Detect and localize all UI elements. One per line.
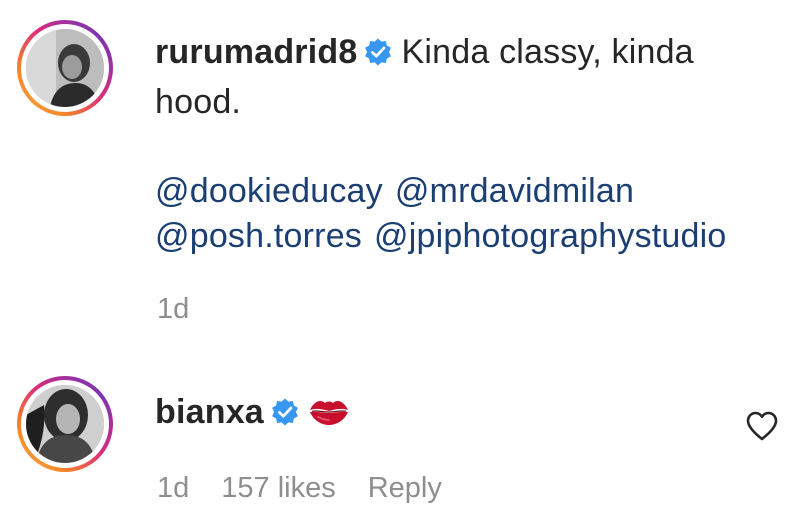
caption-text-line-1: Kinda classy, kinda — [401, 33, 694, 71]
mention-link[interactable]: @dookieducay — [155, 172, 383, 210]
caption-first-line: rurumadrid8 Kinda classy, kinda — [155, 32, 694, 72]
comment-author-username[interactable]: bianxa — [155, 393, 264, 431]
comment-meta: 1d 157 likes Reply — [157, 471, 442, 505]
mention-link[interactable]: @jpiphotographystudio — [374, 217, 727, 255]
mention-link[interactable]: @mrdavidmilan — [395, 172, 634, 210]
comment-avatar-story-ring[interactable] — [17, 376, 113, 472]
reply-button[interactable]: Reply — [368, 471, 442, 505]
like-comment-heart-icon[interactable] — [745, 410, 779, 442]
avatar — [26, 29, 104, 107]
comment-avatar-photo-image — [26, 385, 104, 463]
comment-first-line: bianxa — [155, 392, 350, 432]
verified-badge-icon — [365, 38, 392, 66]
caption-second-line: hood. — [155, 82, 241, 122]
post-meta: 1d — [157, 292, 189, 326]
mentions-line-2: @posh.torres @jpiphotographystudio — [155, 216, 727, 256]
comment-avatar-border — [21, 380, 109, 468]
comment-avatar — [26, 385, 104, 463]
kiss-mark-emoji-icon — [309, 401, 348, 425]
mentions-line-1: @dookieducay @mrdavidmilan — [155, 171, 634, 211]
comment-likes-count[interactable]: 157 likes — [221, 471, 335, 505]
post-timestamp[interactable]: 1d — [157, 292, 189, 326]
verified-badge-icon — [272, 398, 298, 426]
caption-text-line-2: hood. — [155, 83, 242, 121]
comment-timestamp[interactable]: 1d — [157, 471, 189, 505]
post-author-username[interactable]: rurumadrid8 — [155, 33, 357, 71]
avatar-photo-image — [26, 29, 104, 107]
mention-link[interactable]: @posh.torres — [155, 217, 362, 255]
avatar-story-ring[interactable] — [17, 20, 113, 116]
avatar-border — [21, 24, 109, 112]
